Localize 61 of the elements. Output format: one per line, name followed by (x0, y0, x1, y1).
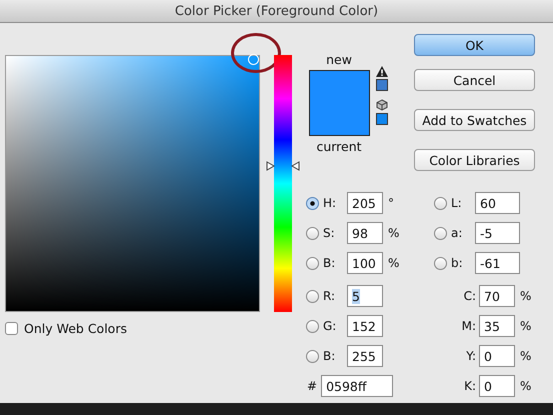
field-label: H: (322, 196, 338, 210)
field-label: a: (450, 226, 464, 240)
field-label: # (306, 379, 318, 393)
field-label: Y: (465, 349, 477, 363)
dialog-button[interactable]: Color Libraries (414, 149, 535, 171)
new-label: new (326, 52, 352, 67)
dialog-button[interactable]: Add to Swatches (414, 109, 535, 131)
field-label: B: (322, 256, 336, 270)
unit-label: % (519, 349, 532, 363)
unit-label: % (387, 226, 400, 240)
field-label: S: (322, 226, 336, 240)
radio-button[interactable] (306, 290, 319, 302)
dialog-button[interactable]: Cancel (414, 69, 535, 91)
input-field[interactable]: 100 (347, 252, 383, 274)
unit-label: % (387, 256, 400, 270)
input-field[interactable]: 98 (347, 222, 383, 244)
swatch-button[interactable] (376, 113, 388, 125)
unit-label: % (519, 379, 532, 393)
ok-button[interactable]: OK (414, 34, 535, 56)
checkbox-label: Only Web Colors (24, 321, 127, 336)
radio-button[interactable] (434, 226, 447, 240)
input-field[interactable]: 0 (479, 375, 515, 397)
field-label: G: (322, 319, 338, 333)
unit-label: ° (387, 196, 394, 210)
checkbox[interactable] (5, 322, 18, 335)
radio-button[interactable] (306, 226, 319, 240)
input-field[interactable]: 70 (479, 285, 515, 307)
warning-icon (376, 66, 388, 77)
field-label: K: (463, 379, 477, 393)
radio-button[interactable] (306, 350, 319, 362)
hex-input-field[interactable]: 0598ff (321, 375, 394, 397)
field-label: B: (322, 349, 336, 363)
radio-button[interactable] (434, 196, 447, 210)
color-cursor-icon[interactable] (248, 54, 259, 65)
swatch-button[interactable] (376, 79, 388, 91)
hue-slider[interactable] (266, 55, 300, 312)
input-field[interactable]: 205 (347, 192, 383, 214)
field-label: b: (450, 256, 464, 270)
current-label: current (316, 139, 362, 154)
input-field[interactable]: 255 (347, 345, 383, 367)
input-field[interactable]: 0 (479, 345, 515, 367)
cube-icon (376, 99, 388, 111)
input-field[interactable]: -5 (475, 222, 520, 244)
field-label: M: (460, 319, 477, 333)
input-field[interactable]: -61 (475, 252, 520, 274)
radio-button[interactable] (306, 256, 319, 270)
field-label: L: (450, 196, 463, 210)
hue-slider-handle[interactable] (266, 160, 300, 171)
input-field[interactable]: 152 (347, 315, 383, 337)
input-field[interactable]: 5 (347, 285, 383, 307)
unit-label: % (519, 289, 532, 303)
color-field[interactable] (5, 55, 260, 312)
field-label: R: (322, 289, 336, 303)
unit-label: % (519, 319, 532, 333)
radio-button[interactable] (306, 320, 319, 332)
radio-button[interactable] (306, 196, 319, 210)
input-field[interactable]: 35 (479, 315, 515, 337)
window-title: Color Picker (Foreground Color) (174, 4, 378, 18)
input-field[interactable]: 60 (475, 192, 520, 214)
field-label: C: (462, 289, 477, 303)
radio-button[interactable] (434, 256, 447, 270)
